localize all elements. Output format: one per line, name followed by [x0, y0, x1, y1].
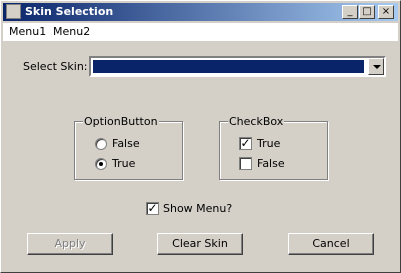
- title-bar[interactable]: Skin Selection _ □ ×: [3, 3, 398, 21]
- skin-combobox[interactable]: [89, 56, 386, 77]
- checkbox-true-label: True: [257, 137, 281, 150]
- close-button[interactable]: ×: [378, 5, 394, 19]
- select-skin-label: Select Skin:: [23, 60, 88, 73]
- radio-true[interactable]: [95, 158, 107, 170]
- skin-combobox-value: [93, 60, 364, 73]
- menu-menu1[interactable]: Menu1: [9, 25, 46, 38]
- skin-selection-window: Skin Selection _ □ × Menu1 Menu2 Select …: [0, 0, 401, 273]
- menu-menu2[interactable]: Menu2: [53, 25, 90, 38]
- cancel-button[interactable]: Cancel: [288, 233, 374, 255]
- radio-true-label: True: [112, 157, 136, 170]
- app-icon[interactable]: [6, 4, 21, 19]
- apply-button[interactable]: Apply: [27, 233, 113, 255]
- checkbox-false[interactable]: [239, 157, 252, 170]
- checkbox-group: CheckBox ✓ True False: [219, 115, 328, 180]
- radio-false[interactable]: [95, 138, 107, 150]
- chevron-down-icon[interactable]: [368, 58, 384, 75]
- menu-bar: Menu1 Menu2: [3, 23, 398, 41]
- clear-skin-button[interactable]: Clear Skin: [157, 233, 243, 255]
- radio-false-label: False: [112, 137, 140, 150]
- minimize-button[interactable]: _: [342, 5, 358, 19]
- window-title: Skin Selection: [25, 5, 114, 18]
- option-button-group-title: OptionButton: [83, 115, 159, 128]
- checkbox-false-label: False: [257, 157, 285, 170]
- maximize-button[interactable]: □: [359, 5, 375, 19]
- option-button-group: OptionButton False True: [74, 115, 183, 180]
- show-menu-label: Show Menu?: [163, 202, 233, 215]
- checkbox-true[interactable]: ✓: [239, 137, 252, 150]
- checkbox-group-title: CheckBox: [228, 115, 285, 128]
- show-menu-checkbox[interactable]: ✓: [146, 202, 159, 215]
